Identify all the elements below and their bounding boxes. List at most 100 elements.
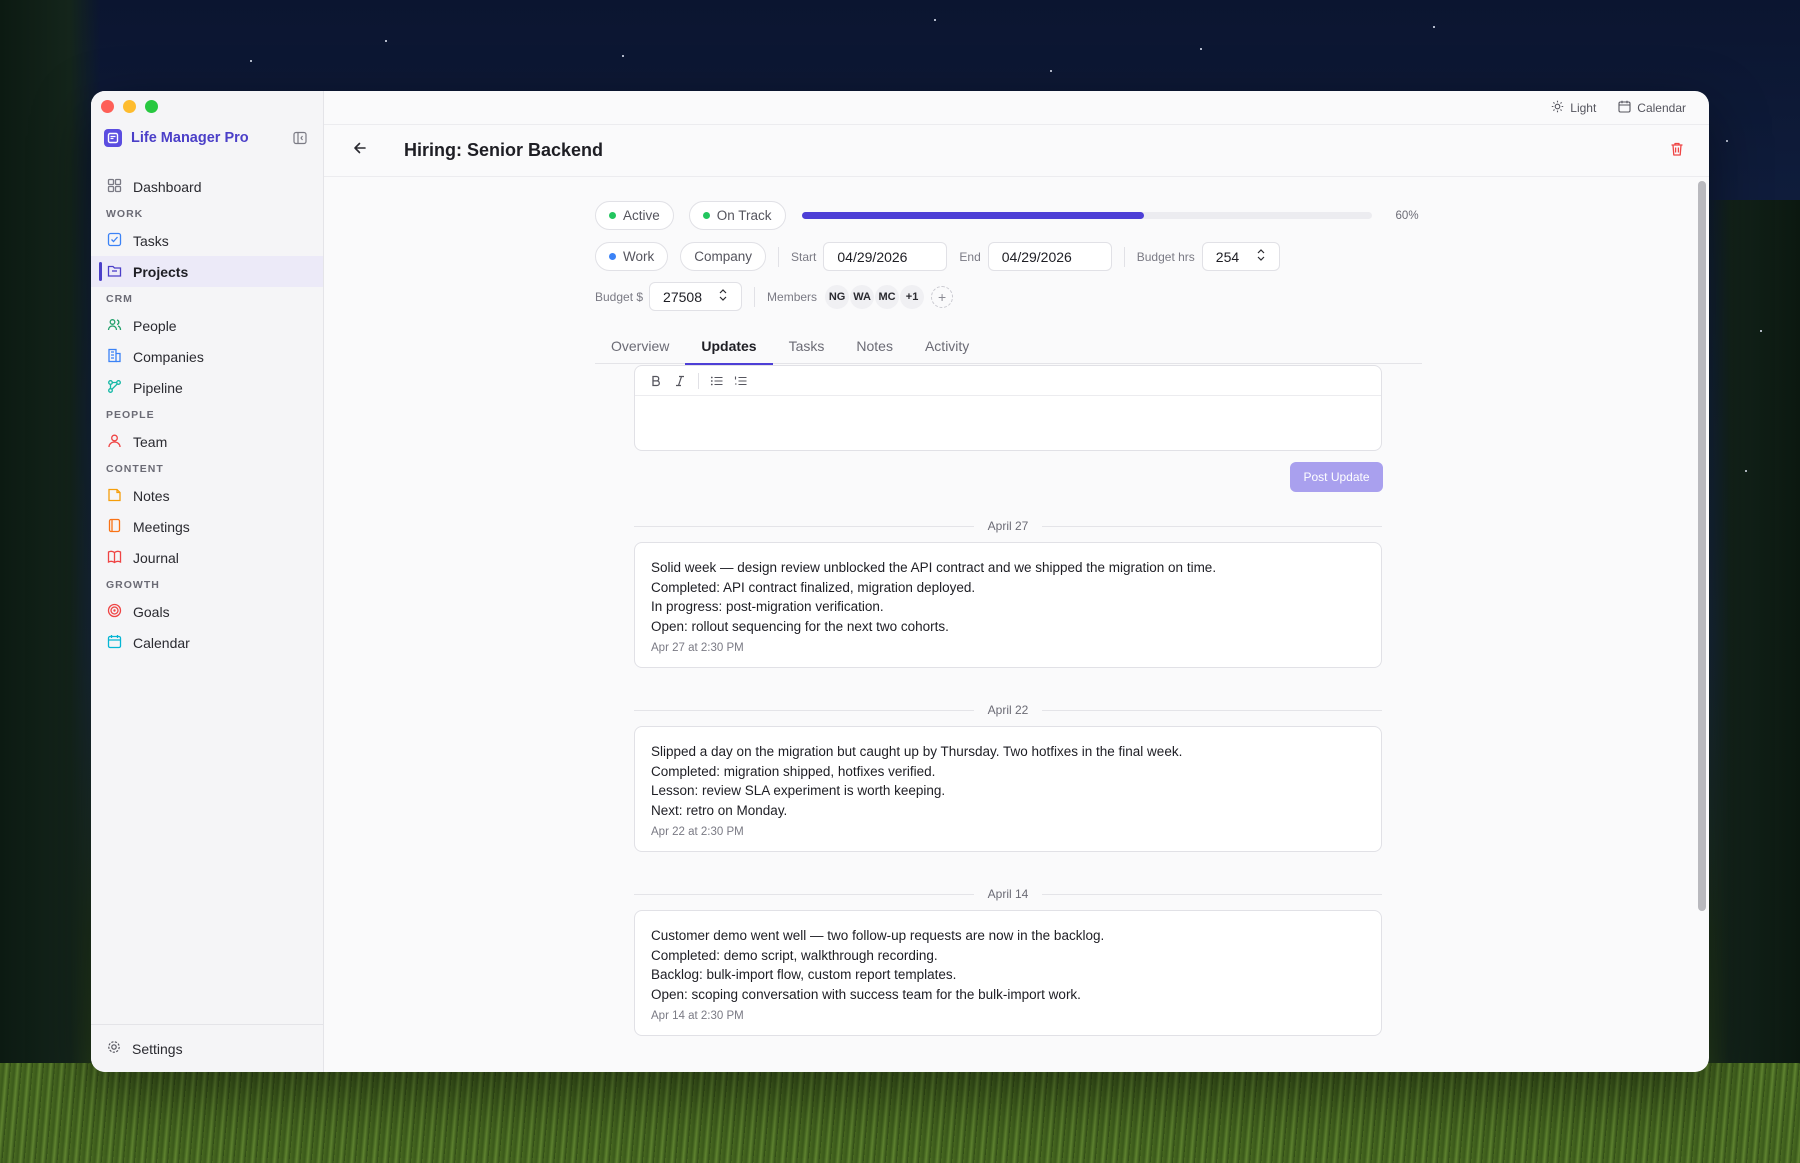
target-icon xyxy=(107,603,122,621)
sidebar-item-label: Meetings xyxy=(133,518,190,535)
nav-section-crm: CRM xyxy=(106,292,133,305)
minimize-window-button[interactable] xyxy=(123,100,136,113)
update-text-line: Next: retro on Monday. xyxy=(651,802,788,818)
sidebar-item-label: Journal xyxy=(133,549,179,566)
background-trees-left xyxy=(0,0,100,1163)
date-label: April 27 xyxy=(987,519,1029,533)
update-text-area[interactable] xyxy=(635,396,1381,450)
update-text-line: Completed: migration shipped, hotfixes v… xyxy=(651,763,936,779)
delete-project-button[interactable] xyxy=(1669,141,1685,162)
divider-line xyxy=(1042,525,1382,527)
update-timestamp: Apr 14 at 2:30 PM xyxy=(651,1010,744,1022)
updates-panel: Post Update April 27 Solid week — design… xyxy=(595,91,1422,1072)
update-text-line: Open: rollout sequencing for the next tw… xyxy=(651,618,949,634)
calendar-label: Calendar xyxy=(1637,100,1686,115)
update-text-line: Completed: API contract finalized, migra… xyxy=(651,579,976,595)
nav-section-growth: GROWTH xyxy=(106,578,160,591)
page-title: Hiring: Senior Backend xyxy=(404,140,604,160)
sidebar-item-pipeline[interactable]: Pipeline xyxy=(91,372,323,403)
sidebar-item-label: Companies xyxy=(133,348,204,365)
date-divider: April 14 xyxy=(634,887,1382,901)
maximize-window-button[interactable] xyxy=(145,100,158,113)
sidebar-item-label: Calendar xyxy=(133,634,190,651)
back-arrow-icon[interactable] xyxy=(352,140,368,161)
sidebar-item-calendar[interactable]: Calendar xyxy=(91,627,323,658)
divider-line xyxy=(634,709,974,711)
close-window-button[interactable] xyxy=(101,100,114,113)
window-controls xyxy=(101,100,158,113)
update-card[interactable]: Slipped a day on the migration but caugh… xyxy=(634,726,1382,852)
post-update-button[interactable]: Post Update xyxy=(1290,462,1383,492)
sidebar-item-label: Notes xyxy=(133,487,170,504)
calendar-icon xyxy=(1618,100,1631,116)
trash-icon xyxy=(1671,142,1683,156)
background-grass xyxy=(0,1063,1800,1163)
journal-icon xyxy=(107,549,122,567)
sidebar-item-journal[interactable]: Journal xyxy=(91,542,323,573)
update-text-line: Open: scoping conversation with success … xyxy=(651,986,1081,1002)
date-label: April 22 xyxy=(987,703,1029,717)
theme-label: Light xyxy=(1570,100,1597,115)
sidebar-item-label: Dashboard xyxy=(133,178,202,195)
book-icon xyxy=(107,518,122,536)
sidebar-toggle-icon[interactable] xyxy=(293,131,307,150)
sidebar-item-label: People xyxy=(133,317,177,334)
bold-icon[interactable] xyxy=(648,373,664,389)
sidebar-item-settings[interactable]: Settings xyxy=(91,1024,323,1072)
pipeline-icon xyxy=(107,379,122,397)
main-panel: Light Calendar Hiring: Senior Backend Ac… xyxy=(324,91,1709,1072)
building-icon xyxy=(107,348,122,366)
divider-line xyxy=(1042,893,1382,895)
users-icon xyxy=(107,317,122,335)
update-timestamp: Apr 27 at 2:30 PM xyxy=(651,642,744,654)
note-icon xyxy=(107,487,122,505)
numbered-list-icon[interactable] xyxy=(733,373,749,389)
italic-icon[interactable] xyxy=(672,373,688,389)
gear-icon xyxy=(107,1040,121,1057)
update-text-line: Backlog: bulk-import flow, custom report… xyxy=(651,967,957,982)
sidebar-item-dashboard[interactable]: Dashboard xyxy=(91,171,323,202)
divider-line xyxy=(634,893,974,895)
update-text-line: Slipped a day on the migration but caugh… xyxy=(651,744,1183,759)
sidebar-item-team[interactable]: Team xyxy=(91,426,323,457)
app-logo-icon xyxy=(104,129,122,147)
brand[interactable]: Life Manager Pro xyxy=(104,129,249,147)
sidebar-nav: Dashboard WORK Tasks Projects CRM People Compa… xyxy=(91,171,323,658)
calendar-button[interactable]: Calendar xyxy=(1618,100,1686,116)
background-trees-right xyxy=(1700,200,1800,1163)
bullet-list-icon[interactable] xyxy=(709,373,725,389)
sidebar: Life Manager Pro Dashboard WORK Tasks Proje… xyxy=(91,91,324,1072)
folder-icon xyxy=(107,263,122,281)
editor-toolbar xyxy=(635,366,1381,396)
sidebar-item-label: Pipeline xyxy=(133,379,183,396)
sidebar-item-tasks[interactable]: Tasks xyxy=(91,225,323,256)
update-card[interactable]: Customer demo went well — two follow-up … xyxy=(634,910,1382,1036)
update-text-line: Customer demo went well — two follow-up … xyxy=(651,928,1105,943)
sidebar-item-people[interactable]: People xyxy=(91,310,323,341)
sidebar-item-meetings[interactable]: Meetings xyxy=(91,511,323,542)
sidebar-item-label: Tasks xyxy=(133,232,169,249)
divider-line xyxy=(1042,709,1382,711)
update-card[interactable]: Solid week — design review unblocked the… xyxy=(634,542,1382,668)
checkbox-icon xyxy=(107,232,122,250)
divider-line xyxy=(634,525,974,527)
dashboard-icon xyxy=(107,178,122,196)
update-timestamp: Apr 22 at 2:30 PM xyxy=(651,826,744,838)
team-icon xyxy=(107,433,122,451)
nav-section-work: WORK xyxy=(106,207,144,220)
sidebar-item-notes[interactable]: Notes xyxy=(91,480,323,511)
sidebar-item-projects[interactable]: Projects xyxy=(91,256,323,287)
nav-section-people: PEOPLE xyxy=(106,408,155,421)
sidebar-item-label: Projects xyxy=(133,263,189,280)
app-window: Life Manager Pro Dashboard WORK Tasks Proje… xyxy=(91,91,1709,1072)
theme-toggle-button[interactable]: Light xyxy=(1551,100,1596,116)
sidebar-item-companies[interactable]: Companies xyxy=(91,341,323,372)
sidebar-item-label: Team xyxy=(133,433,168,450)
scrollbar[interactable] xyxy=(1698,181,1706,911)
sidebar-item-goals[interactable]: Goals xyxy=(91,596,323,627)
update-editor xyxy=(634,365,1382,451)
update-text-line: Completed: demo script, walkthrough reco… xyxy=(651,947,938,963)
sun-icon xyxy=(1551,100,1564,116)
calendar-icon xyxy=(107,634,122,652)
update-text-line: In progress: post-migration verification… xyxy=(651,599,884,614)
